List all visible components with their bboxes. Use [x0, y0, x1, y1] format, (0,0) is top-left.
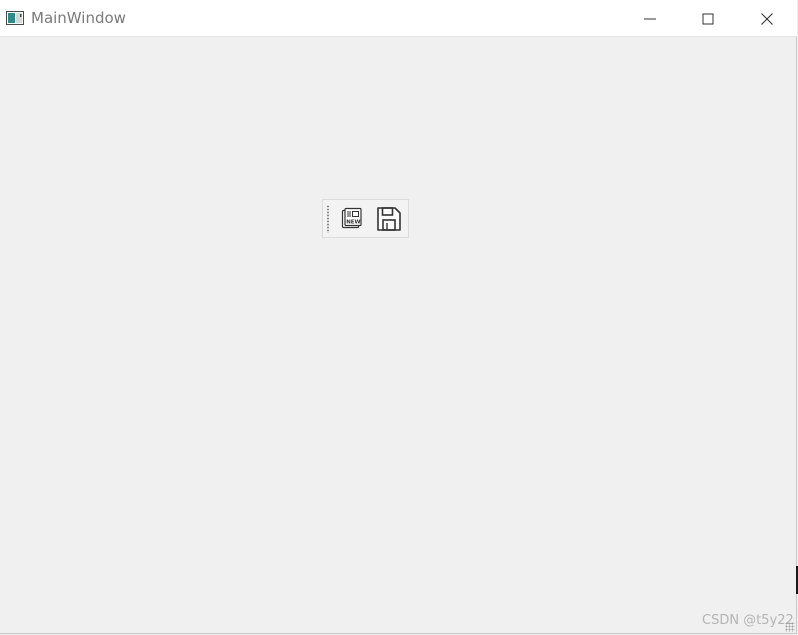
main-window: MainWindow NEW CSDN @t5y22 [0, 0, 797, 634]
maximize-button[interactable] [679, 0, 737, 37]
new-document-icon: NEW [341, 207, 362, 229]
save-button[interactable] [375, 205, 403, 233]
close-button[interactable] [738, 0, 796, 37]
window-title: MainWindow [31, 9, 126, 27]
new-button[interactable]: NEW [338, 205, 366, 233]
resize-grip[interactable] [785, 622, 795, 632]
close-icon [761, 12, 773, 25]
minimize-icon [644, 18, 656, 19]
toolbar-grip[interactable] [327, 205, 329, 233]
title-bar[interactable]: MainWindow [0, 0, 797, 37]
watermark-text: CSDN @t5y22 [702, 613, 794, 628]
minimize-button[interactable] [621, 0, 679, 37]
maximize-icon [702, 13, 714, 24]
toolbar: NEW [322, 199, 409, 238]
save-icon [377, 207, 401, 231]
app-window-icon [6, 11, 24, 25]
svg-text:NEW: NEW [346, 220, 360, 226]
